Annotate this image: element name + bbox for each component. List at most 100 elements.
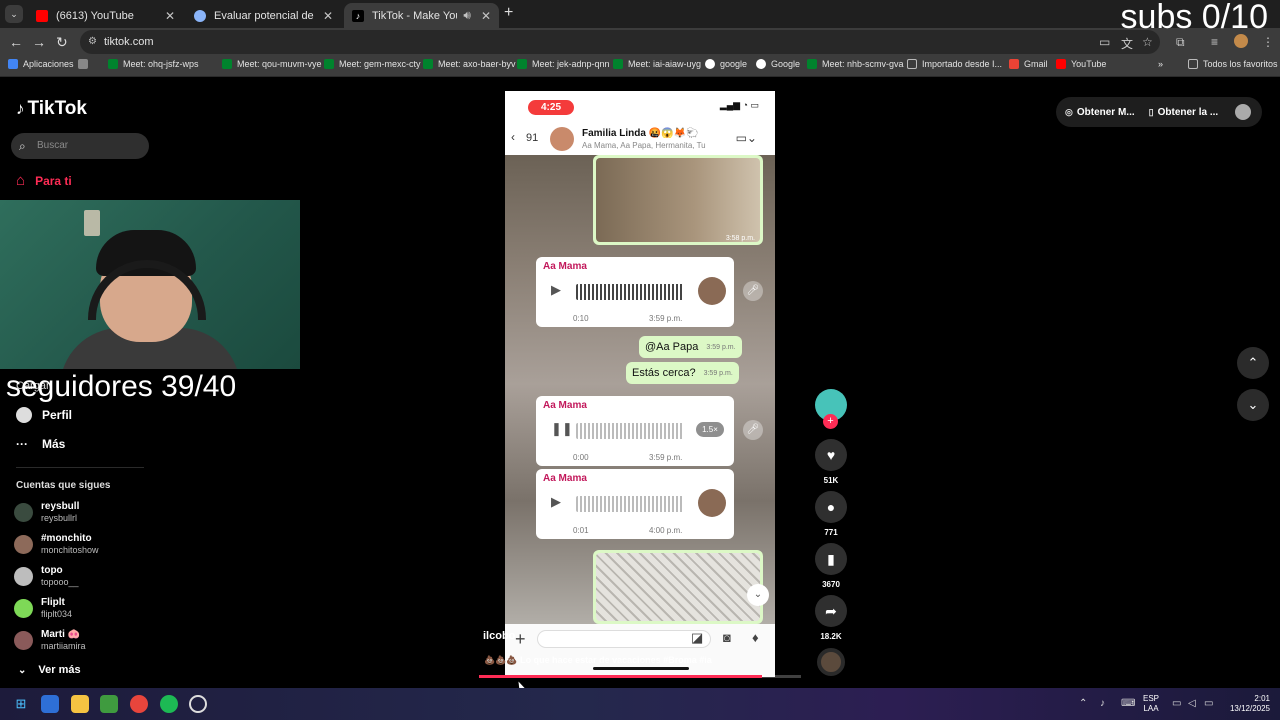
bookmark-item[interactable]: Meet: iai-aiaw-uyg: [613, 59, 701, 69]
previous-video-button[interactable]: ⌃: [1237, 347, 1269, 379]
comment-button[interactable]: ●: [815, 491, 847, 523]
video-author[interactable]: ilcobo: [483, 630, 515, 642]
bookmark-item[interactable]: YouTube: [1056, 59, 1106, 69]
waveform: [576, 284, 684, 300]
pause-icon: ❚❚: [551, 421, 573, 436]
bookmark-item[interactable]: Meet: qou-muvm-vye: [222, 59, 322, 69]
grid-icon[interactable]: [78, 59, 93, 69]
chevron-right-icon[interactable]: »: [1158, 59, 1163, 69]
next-video-button[interactable]: ⌄: [1237, 389, 1269, 421]
tiktok-logo[interactable]: ♪ TikTok: [16, 98, 87, 120]
see-more-button[interactable]: ⌄ Ver más: [18, 664, 81, 676]
image-message: 3:58 p.m.: [593, 155, 763, 245]
meet-icon: [517, 59, 527, 69]
obs-icon[interactable]: [189, 695, 207, 713]
forward-icon[interactable]: →: [32, 34, 46, 50]
message-text: Estás cerca?: [632, 367, 696, 379]
reload-icon[interactable]: ↻: [56, 34, 68, 51]
tab-search-button[interactable]: ⌄: [5, 5, 23, 23]
video-progress[interactable]: [479, 675, 801, 678]
bookmark-item[interactable]: Meet: ohq-jsfz-wps: [108, 59, 199, 69]
network-icon[interactable]: ▭: [1172, 698, 1181, 709]
back-icon[interactable]: ←: [9, 34, 23, 50]
home-icon: ⌂: [16, 172, 26, 189]
file-explorer-icon[interactable]: [71, 695, 89, 713]
tab-youtube[interactable]: (6613) YouTube ✕: [28, 3, 183, 28]
menu-icon[interactable]: ⋮: [1262, 35, 1274, 49]
battery-icon[interactable]: ▭: [1204, 698, 1213, 709]
bookmarks-bar: Aplicaciones Meet: ohq-jsfz-wps Meet: qo…: [0, 56, 1280, 77]
group-members: Aa Mama, Aa Papa, Hermanita, Tu: [582, 141, 706, 150]
volume-icon[interactable]: ◁: [1188, 698, 1196, 709]
save-button[interactable]: ▮: [815, 543, 847, 575]
following-header: Cuentas que sigues: [16, 480, 111, 491]
star-icon[interactable]: ☆: [1142, 35, 1153, 49]
following-account[interactable]: Fliplt fliplt034: [14, 597, 72, 620]
nav-for-you[interactable]: ⌂ Para ti: [16, 172, 72, 189]
tab-evaluar[interactable]: Evaluar potencial de letra ✕: [186, 3, 341, 28]
user-avatar[interactable]: [1235, 104, 1251, 120]
clock[interactable]: 2:01 13/12/2025: [1226, 694, 1270, 714]
bookmark-apps[interactable]: Aplicaciones: [8, 59, 74, 69]
search-input[interactable]: ⌕ Buscar: [11, 133, 149, 159]
tab-tiktok[interactable]: ♪ TikTok - Make Your Day 🔊︎ ✕: [344, 3, 499, 28]
bookmark-item[interactable]: Meet: axo-baer-byv: [423, 59, 516, 69]
nav-more[interactable]: ··· Más: [16, 437, 65, 451]
share-button[interactable]: ➦: [815, 595, 847, 627]
chevron-down-icon: ⌄: [18, 664, 27, 676]
chrome-icon[interactable]: [130, 695, 148, 713]
get-app-button[interactable]: Obtener la ...: [1158, 107, 1219, 118]
spotify-icon[interactable]: [160, 695, 178, 713]
bookmark-item[interactable]: Google: [756, 59, 800, 69]
profile-icon: [16, 407, 32, 423]
video-progress-fill: [479, 675, 763, 678]
bookmark-item[interactable]: Importado desde I...: [907, 59, 1002, 69]
windows-start-icon[interactable]: ⊞: [12, 695, 30, 713]
close-icon[interactable]: ✕: [165, 9, 175, 23]
folder-icon: [1188, 59, 1198, 69]
followers-overlay: seguidores 39/40: [6, 370, 237, 403]
webcam-overlay: [0, 200, 300, 369]
bookmark-item[interactable]: Meet: nhb-scmv-gva: [807, 59, 904, 69]
reading-list-icon[interactable]: ≡: [1211, 35, 1218, 49]
address-bar[interactable]: ⚙ tiktok.com: [80, 30, 1160, 54]
bookmark-item[interactable]: Meet: jek-adnp-qnn: [517, 59, 610, 69]
video-player[interactable]: 4:25 ▂▄▆ ◔ ▭ ‹ 91 Familia Linda 🤬😱🦊🐑 Aa …: [505, 91, 775, 677]
playback-speed: 1.5×: [696, 422, 724, 437]
folder-icon: [907, 59, 917, 69]
message-time: 3:58 p.m.: [725, 235, 755, 242]
wall-switch: [84, 210, 100, 236]
site-info-icon[interactable]: ⚙: [88, 30, 97, 54]
close-icon[interactable]: ✕: [481, 9, 491, 23]
keyboard-icon[interactable]: ⌨: [1121, 698, 1135, 709]
translate-icon[interactable]: 文: [1121, 35, 1133, 52]
sender-name: Aa Mama: [543, 261, 587, 272]
following-account[interactable]: #monchito monchitoshow: [14, 533, 99, 556]
following-account[interactable]: topo topooo__: [14, 565, 79, 588]
follow-button[interactable]: +: [823, 414, 838, 429]
speaker-icon[interactable]: 🔊︎: [463, 8, 471, 23]
get-coins-button[interactable]: Obtener M...: [1077, 107, 1135, 118]
bookmark-item[interactable]: Gmail: [1009, 59, 1048, 69]
message-text: @Aa Papa: [645, 341, 699, 353]
bookmark-item[interactable]: google: [705, 59, 747, 69]
following-account[interactable]: Marti 🐽 martiiamira: [14, 629, 86, 652]
avatar: [14, 599, 33, 618]
extensions-icon[interactable]: ⧉: [1176, 35, 1185, 50]
tray-chevron-icon[interactable]: ⌃: [1079, 698, 1087, 709]
close-icon[interactable]: ✕: [323, 9, 333, 23]
mic-icon: 🎤︎: [743, 420, 763, 440]
install-icon[interactable]: ▭: [1099, 35, 1110, 49]
new-tab-button[interactable]: +: [504, 4, 513, 22]
nav-profile[interactable]: Perfil: [16, 407, 72, 423]
mic-icon[interactable]: ♪: [1100, 698, 1105, 709]
store-icon[interactable]: [41, 695, 59, 713]
meet-icon: [324, 59, 334, 69]
language-indicator[interactable]: ESP LAA: [1143, 694, 1159, 714]
bookmark-item[interactable]: Meet: gem-mexc-cty: [324, 59, 421, 69]
minecraft-icon[interactable]: [100, 695, 118, 713]
following-account[interactable]: reysbull reysbullrl: [14, 501, 79, 524]
music-disc[interactable]: [817, 648, 845, 676]
like-button[interactable]: ♥: [815, 439, 847, 471]
all-bookmarks[interactable]: Todos los favoritos: [1188, 59, 1278, 69]
